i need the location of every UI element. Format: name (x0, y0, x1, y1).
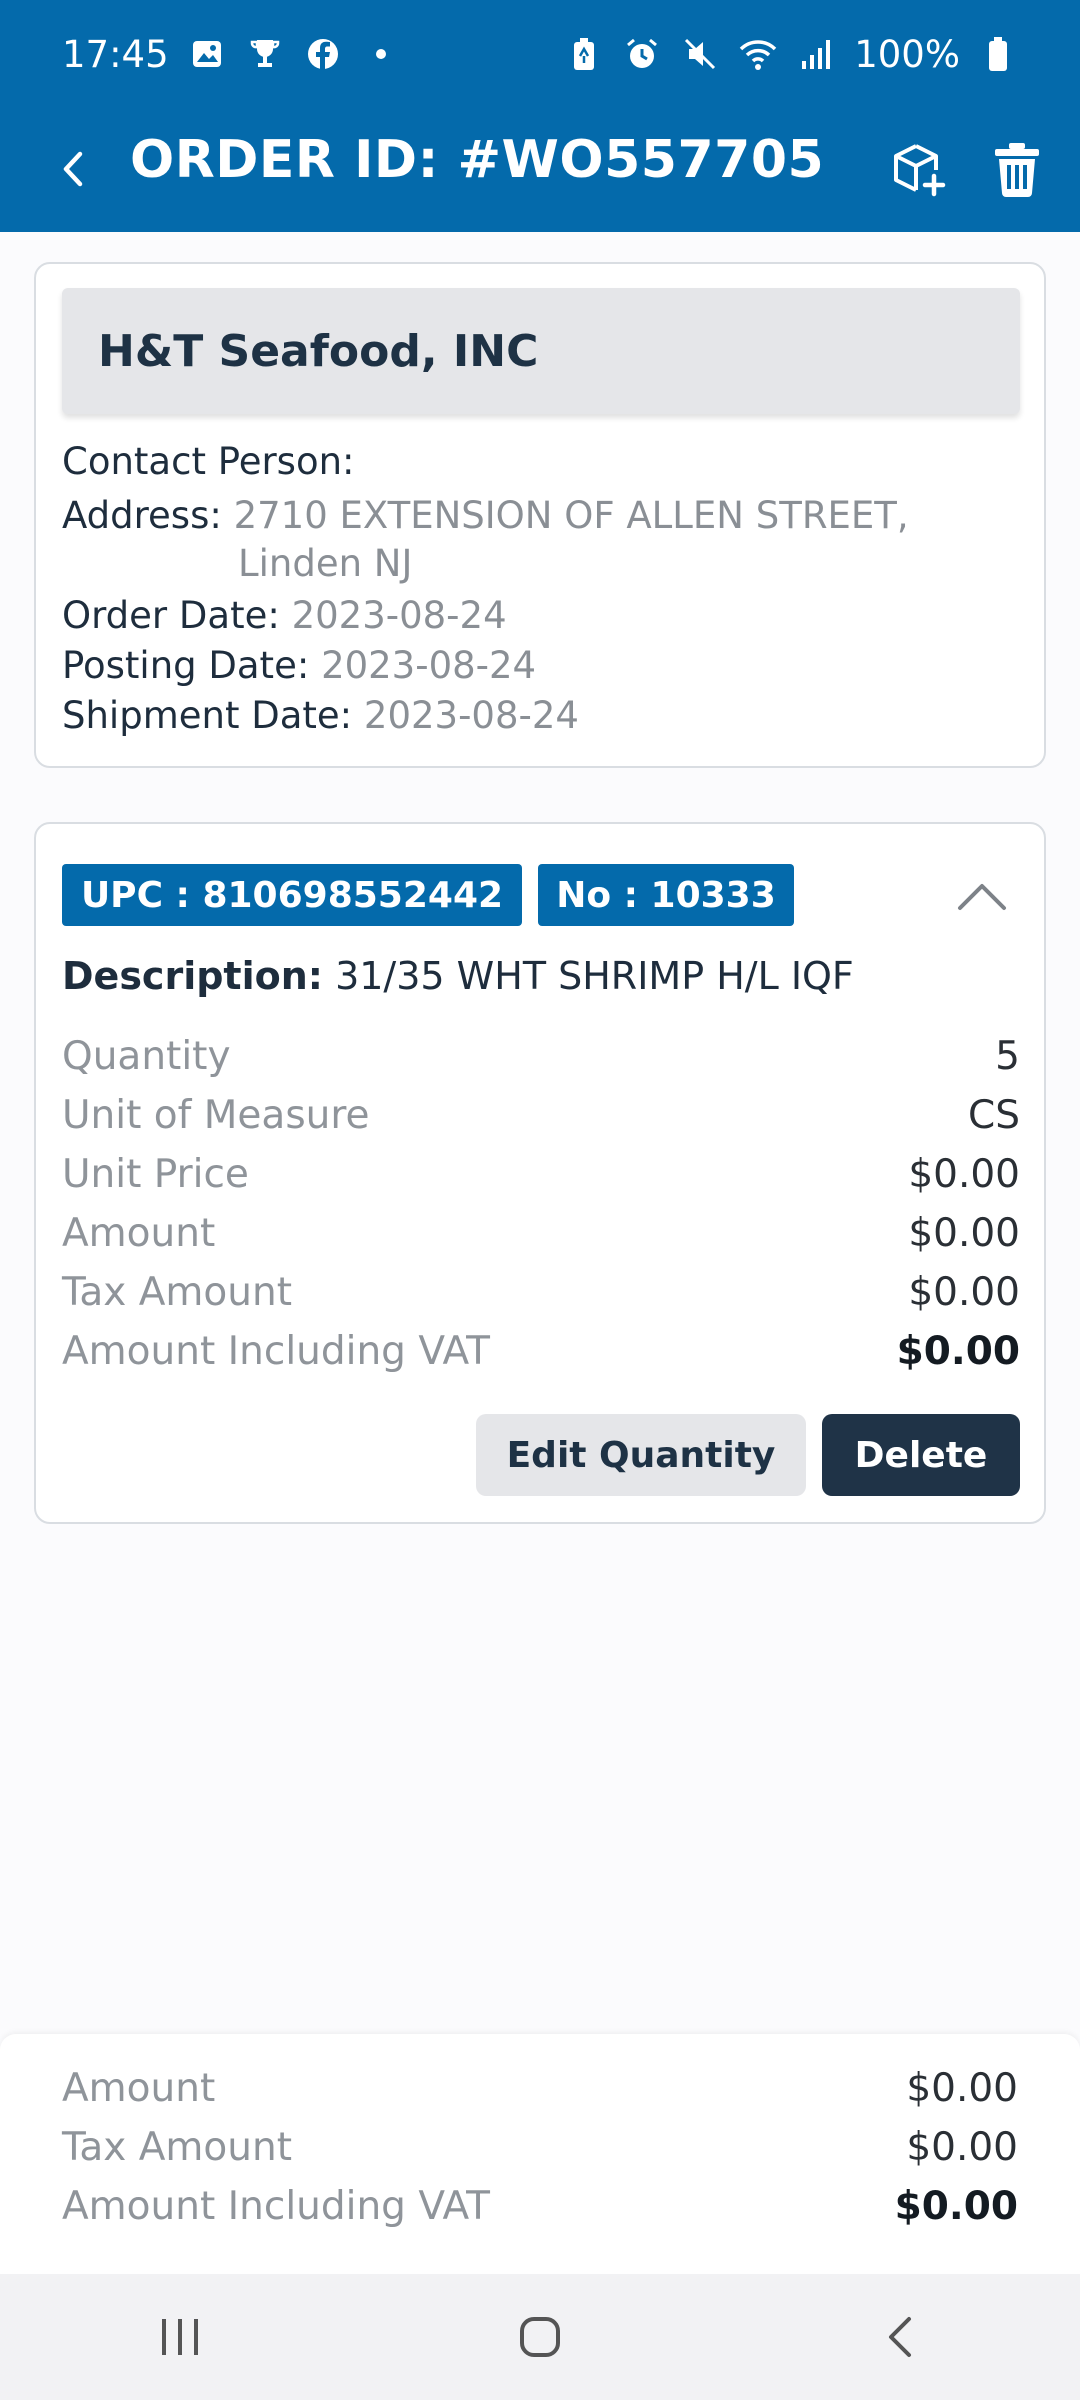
mute-icon (680, 34, 720, 74)
wifi-icon (738, 34, 778, 74)
app-bar: ORDER ID: #WO557705 (0, 108, 1080, 232)
edit-quantity-button[interactable]: Edit Quantity (476, 1414, 806, 1496)
row-value: $0.00 (908, 1211, 1020, 1256)
row-value: $0.00 (896, 1329, 1020, 1374)
back-button[interactable] (42, 138, 104, 200)
summary-row-tax-amount: Tax Amount $0.00 (62, 2125, 1018, 2170)
page-title: ORDER ID: #WO557705 (130, 130, 825, 190)
row-label: Amount Including VAT (62, 2184, 490, 2229)
order-summary: Amount $0.00 Tax Amount $0.00 Amount Inc… (0, 2034, 1080, 2274)
status-bar: 17:45 100% (0, 0, 1080, 108)
order-date: Order Date: 2023-08-24 (62, 594, 507, 637)
trophy-icon (245, 34, 285, 74)
home-icon (520, 2317, 560, 2357)
chevron-left-icon (63, 151, 83, 187)
row-label: Tax Amount (62, 1270, 293, 1315)
contact-label: Contact Person: (62, 440, 355, 483)
item-no-badge: No : 10333 (538, 864, 794, 926)
alarm-icon (622, 34, 662, 74)
upc-badge: UPC : 810698552442 (62, 864, 522, 926)
battery-icon (978, 34, 1018, 74)
item-description: Description: 31/35 WHT SHRIMP H/L IQF (62, 954, 854, 998)
posting-date: Posting Date: 2023-08-24 (62, 644, 536, 687)
row-label: Amount (62, 1211, 216, 1256)
summary-row-amount: Amount $0.00 (62, 2066, 1018, 2111)
recent-apps-icon (162, 2319, 198, 2355)
add-box-icon (894, 144, 946, 197)
recent-apps-button[interactable] (120, 2287, 240, 2387)
nav-back-button[interactable] (840, 2287, 960, 2387)
facebook-icon (303, 34, 343, 74)
system-nav-bar (0, 2274, 1080, 2400)
detail-row-unit-of-measure: Unit of Measure CS (62, 1093, 1020, 1138)
back-icon (889, 2317, 911, 2357)
shipment-date-value: 2023-08-24 (363, 694, 579, 737)
shipment-date-label: Shipment Date: (62, 694, 353, 737)
dot-icon (361, 34, 401, 74)
collapse-button[interactable] (950, 864, 1014, 928)
detail-row-tax-amount: Tax Amount $0.00 (62, 1270, 1020, 1315)
battery-saver-icon (564, 34, 604, 74)
description-value: 31/35 WHT SHRIMP H/L IQF (335, 954, 854, 998)
delete-item-button[interactable]: Delete (822, 1414, 1020, 1496)
shipment-date: Shipment Date: 2023-08-24 (62, 694, 579, 737)
address-label: Address: (62, 494, 222, 537)
top-bar: 17:45 100% ORDER ID: #WO557705 (0, 0, 1080, 232)
contact-person: Contact Person: (62, 440, 355, 483)
detail-row-quantity: Quantity 5 (62, 1034, 1020, 1079)
row-value: $0.00 (906, 2125, 1018, 2170)
description-label: Description: (62, 954, 323, 998)
row-label: Amount Including VAT (62, 1329, 490, 1374)
delete-order-button[interactable] (982, 134, 1052, 204)
detail-row-amount-incl-vat: Amount Including VAT $0.00 (62, 1329, 1020, 1374)
company-name: H&T Seafood, INC (62, 288, 1020, 414)
order-date-label: Order Date: (62, 594, 280, 637)
row-value: $0.00 (908, 1270, 1020, 1315)
row-value: $0.00 (908, 1152, 1020, 1197)
home-button[interactable] (480, 2287, 600, 2387)
signal-icon (796, 34, 836, 74)
posting-date-value: 2023-08-24 (321, 644, 537, 687)
chevron-up-icon (958, 884, 1006, 910)
trash-icon (995, 143, 1039, 197)
detail-row-amount: Amount $0.00 (62, 1211, 1020, 1256)
row-label: Tax Amount (62, 2125, 293, 2170)
address-line: Address: 2710 EXTENSION OF ALLEN STREET, (62, 494, 909, 537)
row-value: CS (968, 1093, 1020, 1138)
status-time: 17:45 (62, 32, 169, 76)
gallery-icon (187, 34, 227, 74)
row-label: Unit Price (62, 1152, 249, 1197)
posting-date-label: Posting Date: (62, 644, 310, 687)
row-value: $0.00 (894, 2184, 1018, 2229)
address-line-2: Linden NJ (238, 542, 412, 585)
summary-row-amount-incl-vat: Amount Including VAT $0.00 (62, 2184, 1018, 2229)
row-label: Quantity (62, 1034, 231, 1079)
row-label: Unit of Measure (62, 1093, 370, 1138)
detail-row-unit-price: Unit Price $0.00 (62, 1152, 1020, 1197)
row-value: 5 (995, 1034, 1020, 1079)
battery-percent: 100% (854, 32, 960, 76)
order-date-value: 2023-08-24 (291, 594, 507, 637)
line-item-card: UPC : 810698552442 No : 10333 Descriptio… (34, 822, 1046, 1524)
add-box-button[interactable] (884, 134, 954, 204)
row-label: Amount (62, 2066, 216, 2111)
address-value-line2: Linden NJ (238, 542, 413, 585)
row-value: $0.00 (906, 2066, 1018, 2111)
order-info-card: H&T Seafood, INC Contact Person: Address… (34, 262, 1046, 768)
address-value-line1: 2710 EXTENSION OF ALLEN STREET, (233, 494, 909, 537)
